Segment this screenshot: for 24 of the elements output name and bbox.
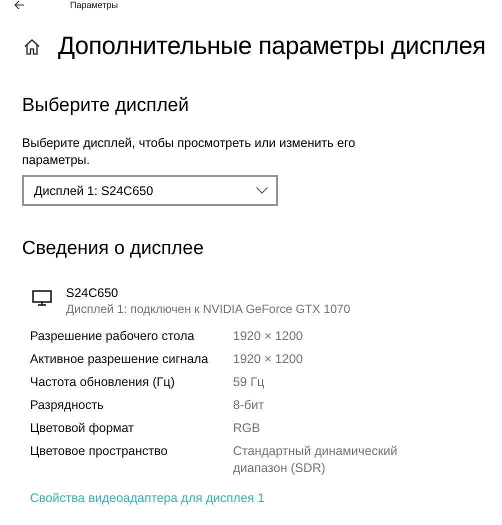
chevron-down-icon [256,187,268,194]
section-heading: Сведения о дисплее [21,238,205,260]
back-arrow-icon[interactable] [14,1,24,9]
property-value: Стандартный динамический диапазон (SDR) [233,443,398,477]
monitor-name: S24C650 [66,286,120,300]
page-title: Дополнительные параметры дисплея [58,32,486,61]
property-value: 1920 × 1200 [233,351,304,368]
property-label: Активное разрешение сигнала [30,351,210,368]
property-value: 8-бит [233,397,265,414]
property-label: Цветовое пространство [30,443,169,460]
home-icon[interactable] [23,38,41,56]
window-title: Параметры [70,0,118,10]
monitor-subtitle: Дисплей 1: подключен к NVIDIA GeForce GTX 1070 [66,302,350,316]
property-value: RGB [233,420,262,437]
property-value: 59 Гц [233,374,266,391]
property-value: 1920 × 1200 [233,328,304,345]
monitor-icon [32,290,52,306]
property-label: Разрешение рабочего стола [30,328,196,345]
property-label: Частота обновления (Гц) [30,374,176,391]
section-heading: Выберите дисплей [21,95,190,117]
property-label: Разрядность [30,397,105,414]
description-text: Выберите дисплей, чтобы просмотреть или изменить его параметры. [21,135,356,169]
property-label: Цветовой формат [30,420,135,437]
display-dropdown[interactable]: Дисплей 1: S24C650 [22,175,278,206]
